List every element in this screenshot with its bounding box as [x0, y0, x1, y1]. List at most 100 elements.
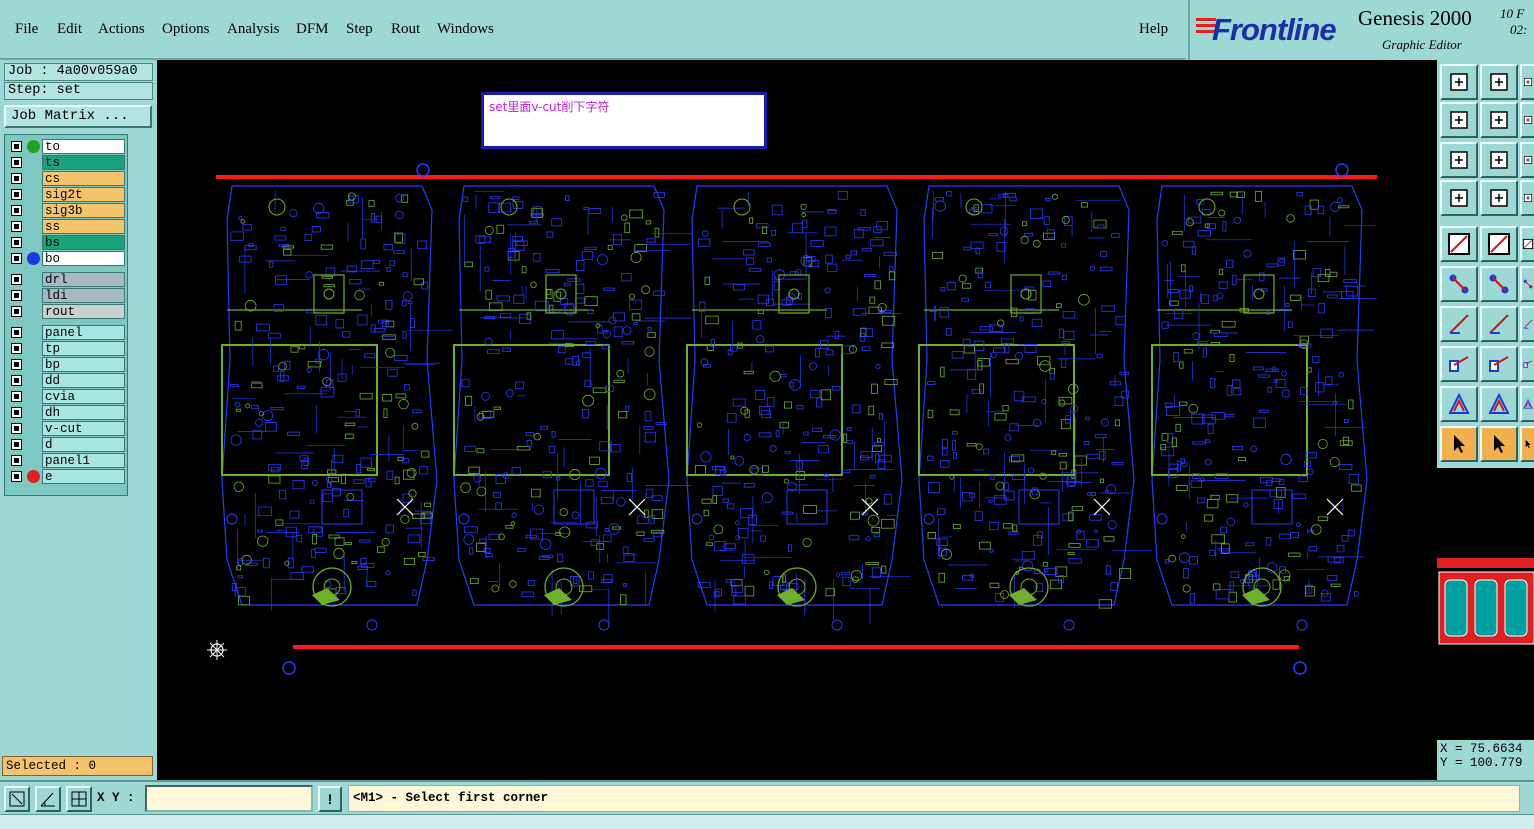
- zoom-right-tool-button[interactable]: [1480, 102, 1518, 138]
- menu-help[interactable]: Help: [1139, 21, 1168, 38]
- grid-button[interactable]: [66, 786, 92, 812]
- job-matrix-button[interactable]: Job Matrix ...: [4, 105, 152, 128]
- menu-step[interactable]: Step: [346, 21, 373, 38]
- layer-row-dd[interactable]: dd: [7, 373, 126, 388]
- layer-checkbox[interactable]: [11, 359, 22, 370]
- layer-row-rout[interactable]: rout: [7, 304, 126, 319]
- shape-tool-button[interactable]: [1520, 426, 1534, 462]
- layer-checkbox[interactable]: [11, 274, 22, 285]
- pointer-select-tool-button[interactable]: [1480, 426, 1518, 462]
- layer-name[interactable]: sig3b: [42, 203, 125, 218]
- cross-tool-button[interactable]: [1480, 266, 1518, 302]
- measure-tool-tool-button[interactable]: [1520, 226, 1534, 262]
- layer-row-d[interactable]: d: [7, 437, 126, 452]
- menu-edit[interactable]: Edit: [57, 21, 82, 38]
- layer-name[interactable]: bp: [42, 357, 125, 372]
- layer-name[interactable]: rout: [42, 304, 125, 319]
- layer-name[interactable]: cs: [42, 171, 125, 186]
- layer-row-ss[interactable]: ss: [7, 219, 126, 234]
- layer-checkbox[interactable]: [11, 221, 22, 232]
- layer-name[interactable]: v-cut: [42, 421, 125, 436]
- save-job-tool-button[interactable]: [1480, 64, 1518, 100]
- layer-row-panel[interactable]: panel: [7, 325, 126, 340]
- layer-checkbox[interactable]: [11, 343, 22, 354]
- layer-row-v-cut[interactable]: v-cut: [7, 421, 126, 436]
- select-box-tool-button[interactable]: [1440, 226, 1478, 262]
- trace-tool-button[interactable]: [1480, 346, 1518, 382]
- layer-name[interactable]: ldi: [42, 288, 125, 303]
- layer-row-dh[interactable]: dh: [7, 405, 126, 420]
- zoom-out-tool-button[interactable]: [1480, 142, 1518, 178]
- layer-name[interactable]: bo: [42, 251, 125, 266]
- node-tool-button[interactable]: [1520, 266, 1534, 302]
- layer-name[interactable]: d: [42, 437, 125, 452]
- arc-tool-button[interactable]: [1520, 386, 1534, 422]
- layer-row-ldi[interactable]: ldi: [7, 288, 126, 303]
- layer-name[interactable]: e: [42, 469, 125, 484]
- layer-checkbox[interactable]: [11, 423, 22, 434]
- menu-windows[interactable]: Windows: [437, 21, 494, 38]
- layer-row-sig2t[interactable]: sig2t: [7, 187, 126, 202]
- menu-actions[interactable]: Actions: [98, 21, 145, 38]
- layer-row-bs[interactable]: bs: [7, 235, 126, 250]
- angle-tool-button[interactable]: [1440, 306, 1478, 342]
- layer-name[interactable]: tp: [42, 341, 125, 356]
- menu-file[interactable]: File: [15, 21, 38, 38]
- layer-checkbox[interactable]: [11, 173, 22, 184]
- layer-checkbox[interactable]: [11, 455, 22, 466]
- polygon-tool-button[interactable]: [1480, 386, 1518, 422]
- layer-name[interactable]: ts: [42, 155, 125, 170]
- layer-checkbox[interactable]: [11, 471, 22, 482]
- layer-checkbox[interactable]: [11, 375, 22, 386]
- snap-tool-button[interactable]: [1440, 180, 1478, 216]
- layer-row-cvia[interactable]: cvia: [7, 389, 126, 404]
- layer-row-bp[interactable]: bp: [7, 357, 126, 372]
- import-tool-button[interactable]: [1520, 64, 1534, 100]
- edit-tool-button[interactable]: [1520, 180, 1534, 216]
- layer-name[interactable]: panel1: [42, 453, 125, 468]
- layer-name[interactable]: ss: [42, 219, 125, 234]
- layer-checkbox[interactable]: [11, 391, 22, 402]
- xy-input[interactable]: [145, 785, 313, 812]
- layer-row-bo[interactable]: bo: [7, 251, 126, 266]
- grid-tool-tool-button[interactable]: [1480, 180, 1518, 216]
- layer-checkbox[interactable]: [11, 189, 22, 200]
- zoom-in-tool-button[interactable]: [1440, 142, 1478, 178]
- menu-dfm[interactable]: DFM: [296, 21, 329, 38]
- layer-checkbox[interactable]: [11, 141, 22, 152]
- layer-checkbox[interactable]: [11, 157, 22, 168]
- layer-row-panel1[interactable]: panel1: [7, 453, 126, 468]
- mini-view[interactable]: [1437, 468, 1534, 740]
- layer-checkbox[interactable]: [11, 290, 22, 301]
- layer-name[interactable]: to: [42, 139, 125, 154]
- layer-row-tp[interactable]: tp: [7, 341, 126, 356]
- layer-row-ts[interactable]: ts: [7, 155, 126, 170]
- open-job-tool-button[interactable]: [1440, 64, 1478, 100]
- layer-name[interactable]: sig2t: [42, 187, 125, 202]
- pan-tool-button[interactable]: [1520, 142, 1534, 178]
- line-tool-button[interactable]: [1480, 226, 1518, 262]
- menu-rout[interactable]: Rout: [391, 21, 420, 38]
- layer-checkbox[interactable]: [11, 407, 22, 418]
- triangle-tool-button[interactable]: [1440, 386, 1478, 422]
- graphic-canvas[interactable]: set里面v-cut削下字符: [157, 60, 1437, 780]
- split-tool-button[interactable]: [1520, 346, 1534, 382]
- layer-checkbox[interactable]: [11, 327, 22, 338]
- layer-name[interactable]: cvia: [42, 389, 125, 404]
- layer-row-to[interactable]: to: [7, 139, 126, 154]
- pad-tool-button[interactable]: [1440, 346, 1478, 382]
- connect-tool-button[interactable]: [1440, 266, 1478, 302]
- layer-name[interactable]: dd: [42, 373, 125, 388]
- layer-checkbox[interactable]: [11, 205, 22, 216]
- menu-analysis[interactable]: Analysis: [227, 21, 280, 38]
- pointer-tool-button[interactable]: [1440, 426, 1478, 462]
- layer-checkbox[interactable]: [11, 237, 22, 248]
- layer-name[interactable]: drl: [42, 272, 125, 287]
- menu-options[interactable]: Options: [162, 21, 210, 38]
- line-red-tool-button[interactable]: [1480, 306, 1518, 342]
- layer-row-sig3b[interactable]: sig3b: [7, 203, 126, 218]
- layer-row-cs[interactable]: cs: [7, 171, 126, 186]
- layer-name[interactable]: panel: [42, 325, 125, 340]
- zoom-fit-button[interactable]: [4, 786, 30, 812]
- layer-checkbox[interactable]: [11, 253, 22, 264]
